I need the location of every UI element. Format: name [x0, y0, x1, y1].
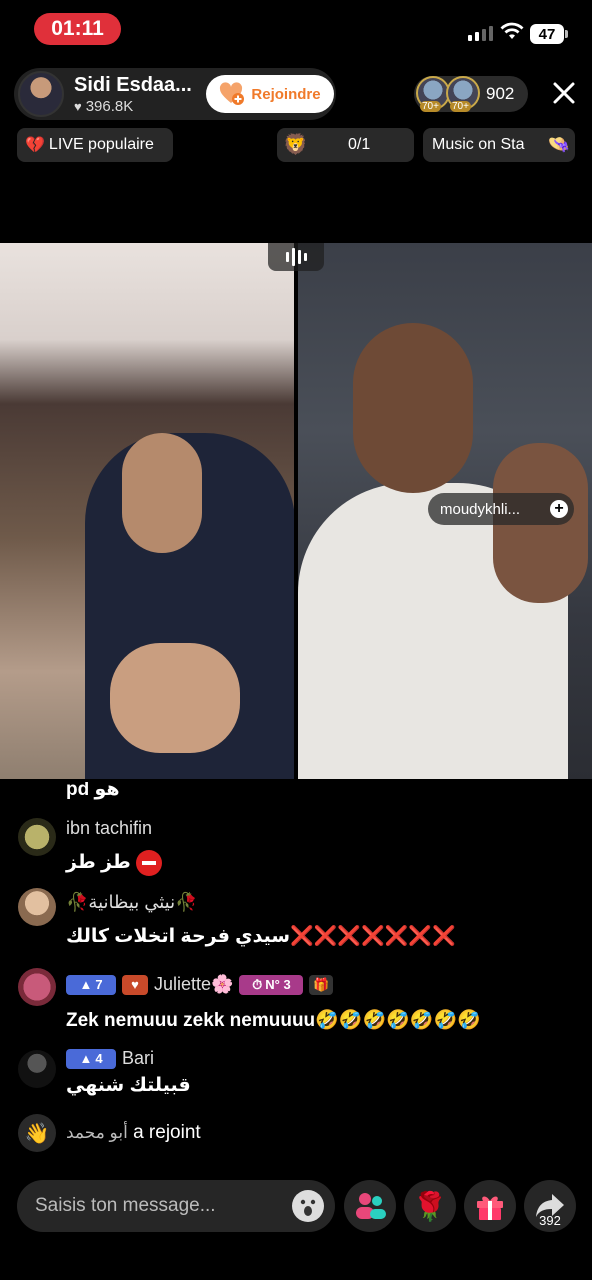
- chat-message-text: Zek nemuuu zekk nemuuuu🤣🤣🤣🤣🤣🤣🤣: [66, 1010, 481, 1031]
- wave-icon[interactable]: 👋: [18, 1114, 56, 1152]
- avatar[interactable]: [18, 888, 56, 926]
- viewer-avatar[interactable]: 70+: [446, 76, 480, 112]
- avatar[interactable]: [18, 968, 56, 1006]
- bottom-bar: 🌹 392: [0, 1180, 592, 1240]
- chat-username[interactable]: ibn tachifin: [66, 818, 152, 839]
- join-button[interactable]: Rejoindre: [206, 75, 334, 113]
- join-text: أبو محمد a rejoint: [66, 1122, 201, 1144]
- host-likes: ♥ 396.8K: [74, 98, 133, 115]
- hat-icon: 👒: [547, 134, 570, 154]
- close-icon[interactable]: [549, 78, 579, 108]
- level-number: 4: [95, 1051, 103, 1066]
- broken-heart-icon: 💔: [25, 137, 45, 154]
- host-name: Sidi Esdaa...: [74, 74, 192, 96]
- live-popular-chip[interactable]: 💔 LIVE populaire: [17, 128, 173, 162]
- host-avatar[interactable]: [18, 71, 64, 117]
- heart-icon: ♥: [74, 99, 82, 114]
- share-count: 392: [539, 1213, 561, 1228]
- music-label: Music on Sta: [432, 136, 525, 153]
- chat-text: طز طز: [66, 852, 131, 874]
- guest-name: moudykhli...: [440, 500, 521, 518]
- cellular-signal-icon: [468, 26, 493, 41]
- chat-feed[interactable]: pd هو ibn tachifin طز طز 🥀نيثي بيظانية🥀 …: [0, 782, 592, 1162]
- lion-icon: 🦁: [283, 134, 308, 156]
- joined-label: a rejoint: [133, 1122, 201, 1143]
- chat-user-row: ▲ 7 ♥ Juliette🌸 ⏱ N° 3 🎁: [66, 974, 334, 995]
- rose-icon: 🌹: [412, 1190, 448, 1222]
- plus-icon[interactable]: +: [550, 500, 568, 518]
- chat-message-text: سيدي فرحة اتخلات كالك❌❌❌❌❌❌❌: [66, 924, 458, 948]
- stop-sign-icon: [136, 850, 162, 876]
- chat-text: سيدي فرحة اتخلات كالك: [66, 926, 291, 947]
- chat-message-text: قبيلتك شنهي: [66, 1075, 191, 1096]
- gift-button[interactable]: [464, 1180, 516, 1232]
- viewer-avatar[interactable]: 70+: [416, 76, 450, 112]
- host-hands: [110, 643, 240, 753]
- viewer-count: 902: [486, 84, 515, 103]
- chat-username[interactable]: 🥀نيثي بيظانية🥀: [66, 892, 198, 913]
- viewer-level-badge: 70+: [420, 101, 441, 112]
- host-head: [122, 433, 202, 553]
- chat-message-text: pd هو: [66, 782, 120, 800]
- gift-badge-icon: 🎁: [309, 974, 334, 995]
- match-score-chip[interactable]: 🦁 0/1: [277, 128, 414, 162]
- chat-username[interactable]: Bari: [122, 1048, 154, 1069]
- people-icon: [356, 1193, 386, 1219]
- people-button[interactable]: [344, 1180, 396, 1232]
- level-badge: ▲ 4: [66, 1048, 116, 1069]
- emoji-icon[interactable]: [292, 1190, 324, 1222]
- battery-indicator: 47: [530, 24, 564, 44]
- message-input[interactable]: [17, 1180, 335, 1232]
- battery-tip: [565, 30, 568, 38]
- split-view-handle[interactable]: [268, 243, 324, 271]
- rank-badge: ⏱ N° 3: [239, 974, 304, 995]
- match-score: 0/1: [348, 136, 371, 153]
- music-on-stage-chip[interactable]: Music on Sta 👒: [423, 128, 575, 162]
- join-notification: 👋 أبو محمد a rejoint: [0, 1114, 592, 1154]
- rank-number: N° 3: [265, 977, 291, 992]
- joined-username[interactable]: أبو محمد: [66, 1123, 128, 1142]
- wifi-icon: [500, 22, 524, 39]
- share-button[interactable]: 392: [524, 1180, 576, 1232]
- top-viewers[interactable]: 70+ 70+ 902: [414, 76, 528, 112]
- rose-gift-button[interactable]: 🌹: [404, 1180, 456, 1232]
- level-badge: ▲ 7: [66, 974, 116, 995]
- fan-heart-icon: ♥: [122, 974, 148, 995]
- level-number: 7: [95, 977, 103, 992]
- host-info[interactable]: Sidi Esdaa... ♥ 396.8K Rejoindre: [14, 68, 336, 120]
- avatar[interactable]: [18, 818, 56, 856]
- host-video[interactable]: [0, 243, 294, 779]
- guest-head: [353, 323, 473, 493]
- status-time: 01:11: [34, 13, 121, 45]
- live-popular-label: LIVE populaire: [48, 136, 154, 153]
- chat-user-row: ▲ 4 Bari: [66, 1048, 154, 1069]
- host-likes-count: 396.8K: [85, 98, 134, 115]
- guest-name-tag[interactable]: moudykhli... +: [428, 493, 574, 525]
- gift-icon: [477, 1196, 503, 1220]
- viewer-level-badge: 70+: [450, 101, 471, 112]
- red-x-marks: ❌❌❌❌❌❌❌: [290, 926, 458, 947]
- orange-heart-icon: [220, 82, 245, 105]
- chat-message-text: طز طز: [66, 850, 162, 876]
- join-label: Rejoindre: [251, 85, 321, 103]
- chat-username[interactable]: Juliette🌸: [154, 974, 233, 995]
- status-bar: 01:11 47: [0, 0, 592, 60]
- avatar[interactable]: [18, 1050, 56, 1088]
